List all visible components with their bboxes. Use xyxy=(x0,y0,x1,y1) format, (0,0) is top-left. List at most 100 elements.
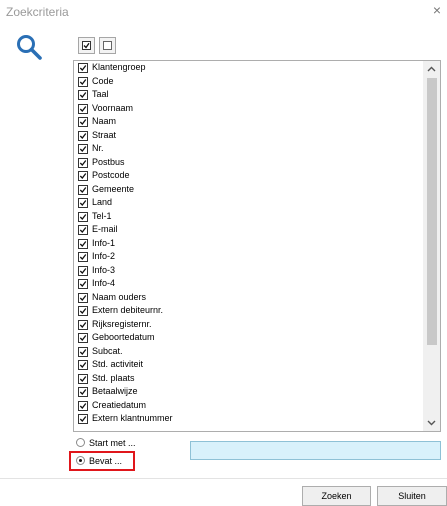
field-label: Info-4 xyxy=(92,278,116,288)
checklist-items: Klantengroep Code Taal Voornaam Naam Straat Nr… xyxy=(78,61,418,426)
checkbox-checked[interactable] xyxy=(78,130,88,141)
list-item[interactable]: Tel-1 xyxy=(78,210,418,224)
list-item[interactable]: Creatiedatum xyxy=(78,399,418,413)
field-label: Naam ouders xyxy=(92,291,147,302)
checkbox-checked[interactable] xyxy=(78,184,88,195)
field-label: Subcat. xyxy=(92,345,123,356)
field-label: Info-2 xyxy=(92,251,116,261)
close-icon[interactable]: × xyxy=(433,3,441,17)
search-button[interactable]: Zoeken xyxy=(302,486,371,506)
field-label: Tel-1 xyxy=(92,210,112,221)
field-label: Geboortedatum xyxy=(92,332,155,342)
list-item[interactable]: Info-4 xyxy=(78,277,418,291)
checkbox-checked[interactable] xyxy=(78,346,88,357)
checkbox-checked[interactable] xyxy=(78,360,88,370)
uncheck-all-button[interactable] xyxy=(99,37,116,54)
list-item[interactable]: Straat xyxy=(78,129,418,143)
checked-box-icon xyxy=(82,41,91,50)
checkbox-checked[interactable] xyxy=(78,333,88,343)
checkbox-checked[interactable] xyxy=(78,76,88,87)
field-label: Postcode xyxy=(92,170,130,180)
title-bar: Zoekcriteria × xyxy=(0,0,447,24)
list-item[interactable]: Extern debiteurnr. xyxy=(78,304,418,318)
radio-button[interactable] xyxy=(76,438,85,447)
check-all-button[interactable] xyxy=(78,37,95,54)
checkbox-checked[interactable] xyxy=(78,225,88,235)
divider xyxy=(0,478,447,479)
close-button[interactable]: Sluiten xyxy=(377,486,447,506)
field-label: Betaalwijze xyxy=(92,386,138,396)
checkbox-checked[interactable] xyxy=(78,400,88,411)
list-item[interactable]: Info-2 xyxy=(78,250,418,264)
field-label: Gemeente xyxy=(92,183,135,194)
checkbox-checked[interactable] xyxy=(78,306,88,316)
checkbox-checked[interactable] xyxy=(78,117,88,127)
checkbox-checked[interactable] xyxy=(78,373,88,384)
checkbox-checked[interactable] xyxy=(78,198,88,208)
field-label: Info-1 xyxy=(92,237,116,248)
checkbox-checked[interactable] xyxy=(78,90,88,100)
list-item[interactable]: Subcat. xyxy=(78,345,418,359)
empty-box-icon xyxy=(103,41,112,50)
checkbox-checked[interactable] xyxy=(78,292,88,303)
checkbox-checked[interactable] xyxy=(78,211,88,222)
list-item[interactable]: Klantengroep xyxy=(78,61,418,75)
scroll-up-icon[interactable] xyxy=(423,61,440,78)
field-label: Klantengroep xyxy=(92,62,146,72)
list-item[interactable]: Betaalwijze xyxy=(78,385,418,399)
field-label: Land xyxy=(92,197,113,207)
field-label: E-mail xyxy=(92,224,118,234)
scroll-down-icon[interactable] xyxy=(423,414,440,431)
checkbox-checked[interactable] xyxy=(78,252,88,262)
field-label: Creatiedatum xyxy=(92,399,147,410)
list-item[interactable]: E-mail xyxy=(78,223,418,237)
search-input[interactable] xyxy=(190,441,441,460)
vertical-scrollbar[interactable] xyxy=(423,61,440,431)
list-item[interactable]: Rijksregisternr. xyxy=(78,318,418,332)
field-label: Info-3 xyxy=(92,264,116,275)
checkbox-checked[interactable] xyxy=(78,238,88,249)
checkbox-checked[interactable] xyxy=(78,414,88,424)
field-label: Nr. xyxy=(92,143,104,153)
list-item[interactable]: Code xyxy=(78,75,418,89)
search-icon xyxy=(17,35,42,60)
list-item[interactable]: Extern klantnummer xyxy=(78,412,418,426)
field-label: Naam xyxy=(92,116,117,126)
checkbox-checked[interactable] xyxy=(78,387,88,397)
field-label: Voornaam xyxy=(92,102,134,113)
list-item[interactable]: Land xyxy=(78,196,418,210)
list-item[interactable]: Postcode xyxy=(78,169,418,183)
checkbox-checked[interactable] xyxy=(78,63,88,73)
checkbox-checked[interactable] xyxy=(78,319,88,330)
window-title: Zoekcriteria xyxy=(6,5,69,19)
field-label: Rijksregisternr. xyxy=(92,318,152,329)
list-item[interactable]: Nr. xyxy=(78,142,418,156)
highlight-annotation xyxy=(69,451,135,471)
list-item[interactable]: Postbus xyxy=(78,156,418,170)
list-item[interactable]: Std. activiteit xyxy=(78,358,418,372)
list-item[interactable]: Voornaam xyxy=(78,102,418,116)
field-label: Std. activiteit xyxy=(92,359,144,369)
list-item[interactable]: Naam xyxy=(78,115,418,129)
checkbox-checked[interactable] xyxy=(78,157,88,168)
list-item[interactable]: Gemeente xyxy=(78,183,418,197)
list-item[interactable]: Geboortedatum xyxy=(78,331,418,345)
radio-label-start-met: Start met ... xyxy=(89,438,136,448)
checkbox-checked[interactable] xyxy=(78,103,88,114)
list-item[interactable]: Taal xyxy=(78,88,418,102)
fields-checklist[interactable]: Klantengroep Code Taal Voornaam Naam Straat Nr… xyxy=(73,60,441,432)
checkbox-checked[interactable] xyxy=(78,171,88,181)
field-label: Straat xyxy=(92,129,117,140)
field-label: Postbus xyxy=(92,156,125,167)
list-item[interactable]: Naam ouders xyxy=(78,291,418,305)
checkbox-checked[interactable] xyxy=(78,279,88,289)
list-item[interactable]: Info-3 xyxy=(78,264,418,278)
list-item[interactable]: Info-1 xyxy=(78,237,418,251)
field-label: Code xyxy=(92,75,114,86)
field-label: Extern debiteurnr. xyxy=(92,305,164,315)
checkbox-checked[interactable] xyxy=(78,265,88,276)
checkbox-checked[interactable] xyxy=(78,144,88,154)
scroll-thumb[interactable] xyxy=(427,78,437,345)
field-label: Extern klantnummer xyxy=(92,413,173,423)
list-item[interactable]: Std. plaats xyxy=(78,372,418,386)
